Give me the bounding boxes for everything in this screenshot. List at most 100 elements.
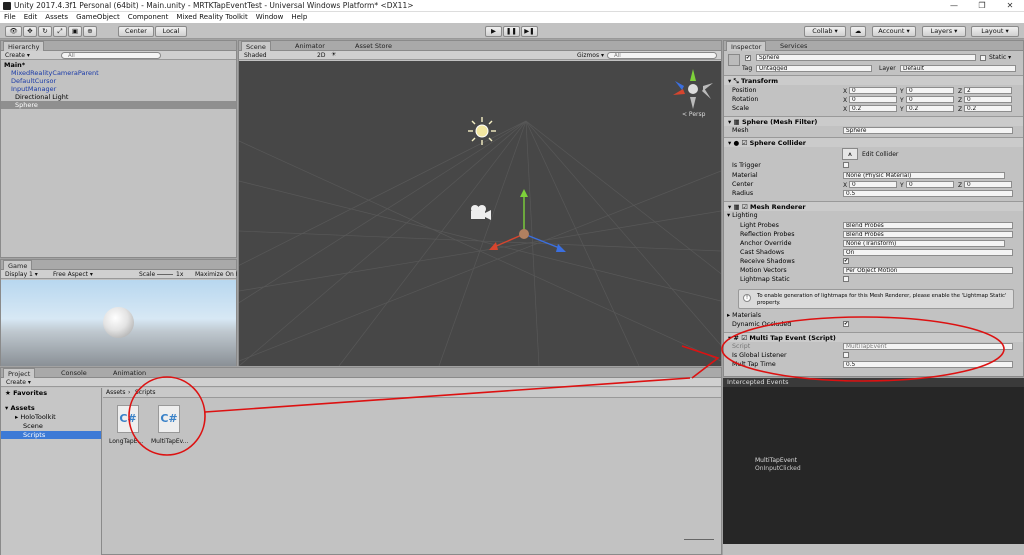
- game-view[interactable]: [1, 280, 236, 366]
- hierarchy-item[interactable]: MixedRealityCameraParent: [1, 69, 236, 77]
- scene-view[interactable]: < Persp: [239, 61, 721, 366]
- scene-root-label[interactable]: Main*: [1, 61, 236, 69]
- mesh-filter-header[interactable]: ▾ ▦ Sphere (Mesh Filter): [724, 116, 1023, 126]
- step-button[interactable]: ▶❚: [521, 26, 538, 37]
- active-checkbox[interactable]: ✔: [745, 55, 751, 61]
- scene-search-input[interactable]: All: [607, 52, 717, 59]
- folder-item[interactable]: ▸ HoloToolkit: [1, 413, 101, 421]
- move-gizmo[interactable]: [484, 189, 574, 269]
- transform-tool-icon[interactable]: ⊕: [83, 26, 97, 37]
- display-dropdown[interactable]: Display 1 ▾: [5, 271, 38, 278]
- scale-z-input[interactable]: 0.2: [964, 105, 1012, 112]
- tag-dropdown[interactable]: Untagged: [756, 65, 872, 72]
- menu-assets[interactable]: Assets: [41, 12, 72, 21]
- hierarchy-create-button[interactable]: Create ▾: [5, 52, 30, 59]
- shading-mode-dropdown[interactable]: Shaded: [244, 52, 267, 59]
- tab-scene[interactable]: Scene: [241, 41, 271, 51]
- sphere-collider-header[interactable]: ▾ ● ☑ Sphere Collider: [724, 137, 1023, 147]
- project-create-button[interactable]: Create ▾: [6, 379, 31, 386]
- assets-folder[interactable]: ▾ Assets: [1, 404, 101, 412]
- maximize-button[interactable]: ❐: [968, 0, 996, 12]
- is-trigger-checkbox[interactable]: [843, 162, 849, 168]
- mesh-field[interactable]: Sphere: [843, 127, 1013, 134]
- tab-animator[interactable]: Animator: [291, 41, 329, 51]
- position-x-input[interactable]: 0: [849, 87, 897, 94]
- center-y-input[interactable]: 0: [906, 181, 954, 188]
- tab-inspector[interactable]: Inspector: [726, 41, 767, 51]
- layer-dropdown[interactable]: Default: [900, 65, 1016, 72]
- layout-button[interactable]: Layout ▾: [971, 26, 1019, 37]
- csharp-file-icon[interactable]: C#: [158, 405, 180, 433]
- static-dropdown[interactable]: Static ▾: [989, 54, 1011, 61]
- rotation-x-input[interactable]: 0: [849, 96, 897, 103]
- motion-vectors-dropdown[interactable]: Per Object Motion: [843, 267, 1013, 274]
- global-listener-checkbox[interactable]: [843, 352, 849, 358]
- rect-tool-icon[interactable]: ▣: [68, 26, 82, 37]
- pause-button[interactable]: ❚❚: [503, 26, 520, 37]
- tab-services[interactable]: Services: [776, 41, 811, 51]
- hierarchy-item-selected[interactable]: Sphere: [1, 101, 236, 109]
- scale-tool-icon[interactable]: ⤢: [53, 26, 67, 37]
- tab-hierarchy[interactable]: Hierarchy: [3, 41, 45, 51]
- physic-material-field[interactable]: None (Physic Material): [843, 172, 1005, 179]
- icon-size-slider[interactable]: [684, 539, 714, 540]
- breadcrumb-assets[interactable]: Assets: [106, 389, 126, 396]
- radius-input[interactable]: 0.5: [843, 190, 1013, 197]
- cast-shadows-dropdown[interactable]: On: [843, 249, 1013, 256]
- tab-project[interactable]: Project: [3, 368, 36, 378]
- materials-foldout[interactable]: ▸ Materials: [724, 311, 1023, 320]
- folder-item-selected[interactable]: Scripts: [1, 431, 101, 439]
- object-name-input[interactable]: Sphere: [756, 54, 976, 61]
- lighting-foldout[interactable]: ▾ Lighting: [724, 211, 1023, 220]
- rotate-tool-icon[interactable]: ↻: [38, 26, 52, 37]
- hierarchy-search-input[interactable]: All: [61, 52, 161, 59]
- csharp-file-icon[interactable]: C#: [117, 405, 139, 433]
- tab-console[interactable]: Console: [57, 368, 91, 378]
- lighting-toggle-icon[interactable]: ☀: [331, 51, 336, 58]
- scale-x-input[interactable]: 0.2: [849, 105, 897, 112]
- layers-button[interactable]: Layers ▾: [922, 26, 966, 37]
- menu-gameobject[interactable]: GameObject: [72, 12, 124, 21]
- light-probes-dropdown[interactable]: Blend Probes: [843, 222, 1013, 229]
- hierarchy-item[interactable]: InputManager: [1, 85, 236, 93]
- rotation-y-input[interactable]: 0: [906, 96, 954, 103]
- collab-button[interactable]: Collab ▾: [804, 26, 846, 37]
- menu-mrtk[interactable]: Mixed Reality Toolkit: [172, 12, 251, 21]
- tab-asset-store[interactable]: Asset Store: [351, 41, 396, 51]
- account-button[interactable]: Account ▾: [872, 26, 916, 37]
- transform-header[interactable]: ▾ ⤡ Transform: [724, 75, 1023, 85]
- mult-tap-time-input[interactable]: 0.5: [843, 361, 1013, 368]
- minimize-button[interactable]: —: [940, 0, 968, 12]
- reflection-probes-dropdown[interactable]: Blend Probes: [843, 231, 1013, 238]
- favorites-item[interactable]: ★ Favorites: [1, 389, 101, 397]
- center-x-input[interactable]: 0: [849, 181, 897, 188]
- menu-window[interactable]: Window: [252, 12, 288, 21]
- menu-component[interactable]: Component: [124, 12, 173, 21]
- dynamic-occluded-checkbox[interactable]: ✔: [843, 321, 849, 327]
- center-z-input[interactable]: 0: [964, 181, 1012, 188]
- rotation-z-input[interactable]: 0: [964, 96, 1012, 103]
- hand-tool-icon[interactable]: 👁: [5, 26, 22, 37]
- maximize-on-play-toggle[interactable]: Maximize On Pl: [195, 271, 237, 278]
- breadcrumb-scripts[interactable]: Scripts: [135, 389, 156, 396]
- lightmap-static-checkbox[interactable]: [843, 276, 849, 282]
- folder-item[interactable]: Scene: [1, 422, 101, 430]
- gizmos-dropdown[interactable]: Gizmos ▾: [577, 52, 604, 59]
- edit-collider-icon[interactable]: ⩚: [842, 148, 858, 160]
- tab-game[interactable]: Game: [3, 260, 33, 270]
- position-y-input[interactable]: 0: [906, 87, 954, 94]
- cloud-icon[interactable]: ☁: [850, 26, 866, 37]
- scale-slider[interactable]: [157, 274, 173, 275]
- receive-shadows-checkbox[interactable]: ✔: [843, 258, 849, 264]
- pivot-local-button[interactable]: Local: [155, 26, 187, 37]
- tab-animation[interactable]: Animation: [109, 368, 150, 378]
- anchor-override-field[interactable]: None (Transform): [843, 240, 1005, 247]
- orientation-gizmo[interactable]: [669, 67, 719, 117]
- close-button[interactable]: ✕: [996, 0, 1024, 12]
- move-tool-icon[interactable]: ✥: [23, 26, 37, 37]
- static-checkbox[interactable]: [980, 55, 986, 61]
- menu-edit[interactable]: Edit: [20, 12, 42, 21]
- menu-help[interactable]: Help: [287, 12, 311, 21]
- pivot-center-button[interactable]: Center: [118, 26, 154, 37]
- hierarchy-item[interactable]: DefaultCursor: [1, 77, 236, 85]
